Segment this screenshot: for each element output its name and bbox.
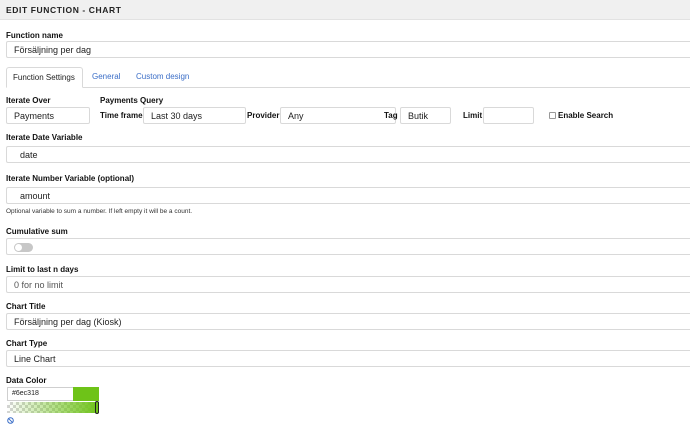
iterate-number-variable-label: Iterate Number Variable (optional) xyxy=(6,174,135,183)
chart-title-input[interactable]: Försäljning per dag (Kiosk) xyxy=(6,313,690,330)
limit-last-days-label: Limit to last n days xyxy=(6,265,79,274)
iterate-over-label: Iterate Over xyxy=(6,96,51,105)
provider-label: Provider xyxy=(247,111,280,120)
limit-last-days-input[interactable]: 0 for no limit xyxy=(6,276,690,293)
cumulative-sum-toggle[interactable] xyxy=(14,243,33,252)
tab-custom-design[interactable]: Custom design xyxy=(130,67,195,88)
limit-label: Limit xyxy=(463,111,483,120)
cumulative-sum-label: Cumulative sum xyxy=(6,227,68,236)
alpha-slider-handle[interactable] xyxy=(95,401,99,414)
dialog-title: EDIT FUNCTION - CHART xyxy=(6,5,122,15)
function-name-label: Function name xyxy=(6,31,63,40)
iterate-date-variable-input[interactable]: date xyxy=(6,146,690,163)
payments-query-label: Payments Query xyxy=(100,96,164,105)
enable-search-checkbox[interactable] xyxy=(549,112,556,119)
data-color-swatch[interactable] xyxy=(73,387,99,401)
alpha-gradient xyxy=(7,402,99,413)
cumulative-sum-field xyxy=(6,238,690,255)
time-frame-select[interactable]: Last 30 days xyxy=(143,107,246,124)
toggle-knob xyxy=(15,244,22,251)
limit-input[interactable] xyxy=(483,107,534,124)
iterate-date-variable-label: Iterate Date Variable xyxy=(6,133,83,142)
function-name-input[interactable]: Försäljning per dag xyxy=(6,41,690,58)
provider-select[interactable]: Any xyxy=(280,107,396,124)
data-color-hex-input[interactable]: #6ec318 xyxy=(7,387,73,401)
time-frame-label: Time frame xyxy=(100,111,143,120)
enable-search-label: Enable Search xyxy=(558,111,614,120)
chart-type-select[interactable]: Line Chart xyxy=(6,350,690,367)
alpha-slider[interactable] xyxy=(7,401,99,414)
tab-function-settings[interactable]: Function Settings xyxy=(6,67,83,88)
iterate-number-help-text: Optional variable to sum a number. If le… xyxy=(6,208,193,215)
iterate-over-select[interactable]: Payments xyxy=(6,107,90,124)
chart-title-label: Chart Title xyxy=(6,302,46,311)
iterate-number-variable-input[interactable]: amount xyxy=(6,187,690,204)
tag-input[interactable]: Butik xyxy=(400,107,451,124)
chart-type-label: Chart Type xyxy=(6,339,48,348)
data-color-label: Data Color xyxy=(6,376,47,385)
no-symbol-icon[interactable] xyxy=(7,416,14,424)
settings-tabs: Function Settings General Custom design xyxy=(6,67,690,88)
tag-label: Tag xyxy=(384,111,398,120)
dialog-header: EDIT FUNCTION - CHART xyxy=(0,0,690,20)
tab-general[interactable]: General xyxy=(86,67,126,88)
